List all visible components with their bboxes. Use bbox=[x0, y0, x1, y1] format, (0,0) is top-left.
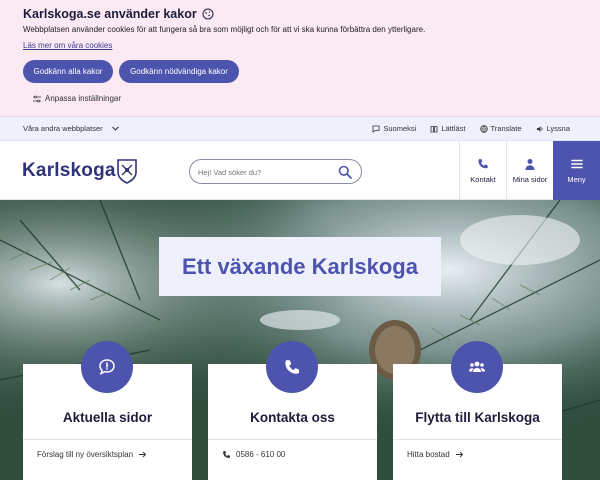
card-link-label: Hitta bostad bbox=[407, 450, 450, 459]
site-header: Karlskoga Kontakt Mina sidor Meny bbox=[0, 141, 600, 200]
tool-translate-label: Translate bbox=[490, 124, 522, 133]
my-pages-button[interactable]: Mina sidor bbox=[506, 141, 553, 200]
card-link[interactable]: Förslag till ny översiktsplan bbox=[37, 450, 147, 459]
card-title[interactable]: Flytta till Karlskoga bbox=[393, 410, 562, 425]
phone-icon bbox=[285, 360, 300, 374]
search-box bbox=[189, 159, 362, 184]
utility-tools: Suomeksi Lättläst Translate Lyssna bbox=[372, 124, 570, 133]
card-icon-circle bbox=[81, 341, 133, 393]
globe-icon bbox=[479, 124, 488, 133]
speech-bubble-exclamation-icon bbox=[99, 359, 115, 375]
card-flytta-till-karlskoga: Flytta till Karlskoga Hitta bostad bbox=[393, 341, 562, 480]
group-icon bbox=[469, 361, 485, 372]
search-icon[interactable] bbox=[338, 165, 352, 179]
card-title[interactable]: Aktuella sidor bbox=[23, 410, 192, 425]
tool-lyssna[interactable]: Lyssna bbox=[536, 124, 571, 133]
tool-lattlast[interactable]: Lättläst bbox=[430, 124, 466, 133]
utility-bar: Våra andra webbplatser Suomeksi Lättläst… bbox=[0, 117, 600, 141]
menu-button[interactable]: Meny bbox=[553, 141, 600, 200]
accept-necessary-cookies-button[interactable]: Godkänn nödvändiga kakor bbox=[119, 60, 239, 83]
card-icon-circle bbox=[266, 341, 318, 393]
menu-label: Meny bbox=[567, 174, 586, 184]
cookie-banner: Karlskoga.se använder kakor Webbplatsen … bbox=[0, 0, 600, 117]
phone-icon bbox=[478, 158, 488, 168]
site-logo[interactable]: Karlskoga bbox=[22, 160, 116, 182]
cookie-icon bbox=[202, 8, 214, 20]
arrow-right-icon bbox=[139, 451, 147, 458]
cookie-title: Karlskoga.se använder kakor bbox=[23, 7, 214, 21]
card-link-label: Förslag till ny översiktsplan bbox=[37, 450, 134, 459]
contact-button[interactable]: Kontakt bbox=[459, 141, 506, 200]
card-aktuella-sidor: Aktuella sidor Förslag till ny översikts… bbox=[23, 341, 192, 480]
other-sites-dropdown[interactable]: Våra andra webbplatser bbox=[23, 124, 120, 133]
adjust-settings-label: Anpassa inställningar bbox=[45, 94, 122, 103]
contact-label: Kontakt bbox=[470, 174, 496, 184]
other-sites-label: Våra andra webbplatser bbox=[23, 124, 103, 133]
card-link-label: 0586 - 610 00 bbox=[236, 450, 286, 459]
tool-translate[interactable]: Translate bbox=[479, 124, 522, 133]
tool-suomeksi-label: Suomeksi bbox=[383, 124, 417, 133]
card-title[interactable]: Kontakta oss bbox=[208, 410, 377, 425]
adjust-settings-button[interactable]: Anpassa inställningar bbox=[33, 94, 121, 103]
card-icon-circle bbox=[451, 341, 503, 393]
card-kontakta-oss: Kontakta oss 0586 - 610 00 bbox=[208, 341, 377, 480]
search-input[interactable] bbox=[198, 165, 338, 179]
speaker-icon bbox=[536, 125, 542, 132]
sliders-icon bbox=[33, 95, 41, 102]
my-pages-label: Mina sidor bbox=[512, 174, 548, 184]
crest-icon bbox=[117, 159, 137, 184]
tool-suomeksi[interactable]: Suomeksi bbox=[372, 124, 416, 133]
tool-lyssna-label: Lyssna bbox=[546, 124, 571, 133]
card-link[interactable]: 0586 - 610 00 bbox=[222, 450, 285, 459]
cookie-more-link[interactable]: Läs mer om våra cookies bbox=[23, 41, 112, 50]
cookie-title-text: Karlskoga.se använder kakor bbox=[23, 7, 197, 21]
card-link[interactable]: Hitta bostad bbox=[407, 450, 464, 459]
chevron-down-icon bbox=[111, 126, 119, 131]
card-divider bbox=[23, 439, 192, 440]
hamburger-icon bbox=[570, 159, 583, 168]
cookie-description: Webbplatsen använder cookies för att fun… bbox=[23, 25, 426, 34]
user-icon bbox=[525, 158, 535, 170]
arrow-right-icon bbox=[455, 451, 463, 458]
card-divider bbox=[393, 439, 562, 440]
hero-title: Ett växande Karlskoga bbox=[159, 237, 441, 296]
book-icon bbox=[430, 125, 438, 132]
card-divider bbox=[208, 439, 377, 440]
chat-icon bbox=[372, 125, 380, 133]
accept-all-cookies-button[interactable]: Godkänn alla kakor bbox=[23, 60, 113, 83]
phone-icon bbox=[223, 451, 231, 458]
tool-lattlast-label: Lättläst bbox=[441, 124, 466, 133]
hero-section: Ett växande Karlskoga Aktuella sidor För… bbox=[0, 200, 600, 480]
